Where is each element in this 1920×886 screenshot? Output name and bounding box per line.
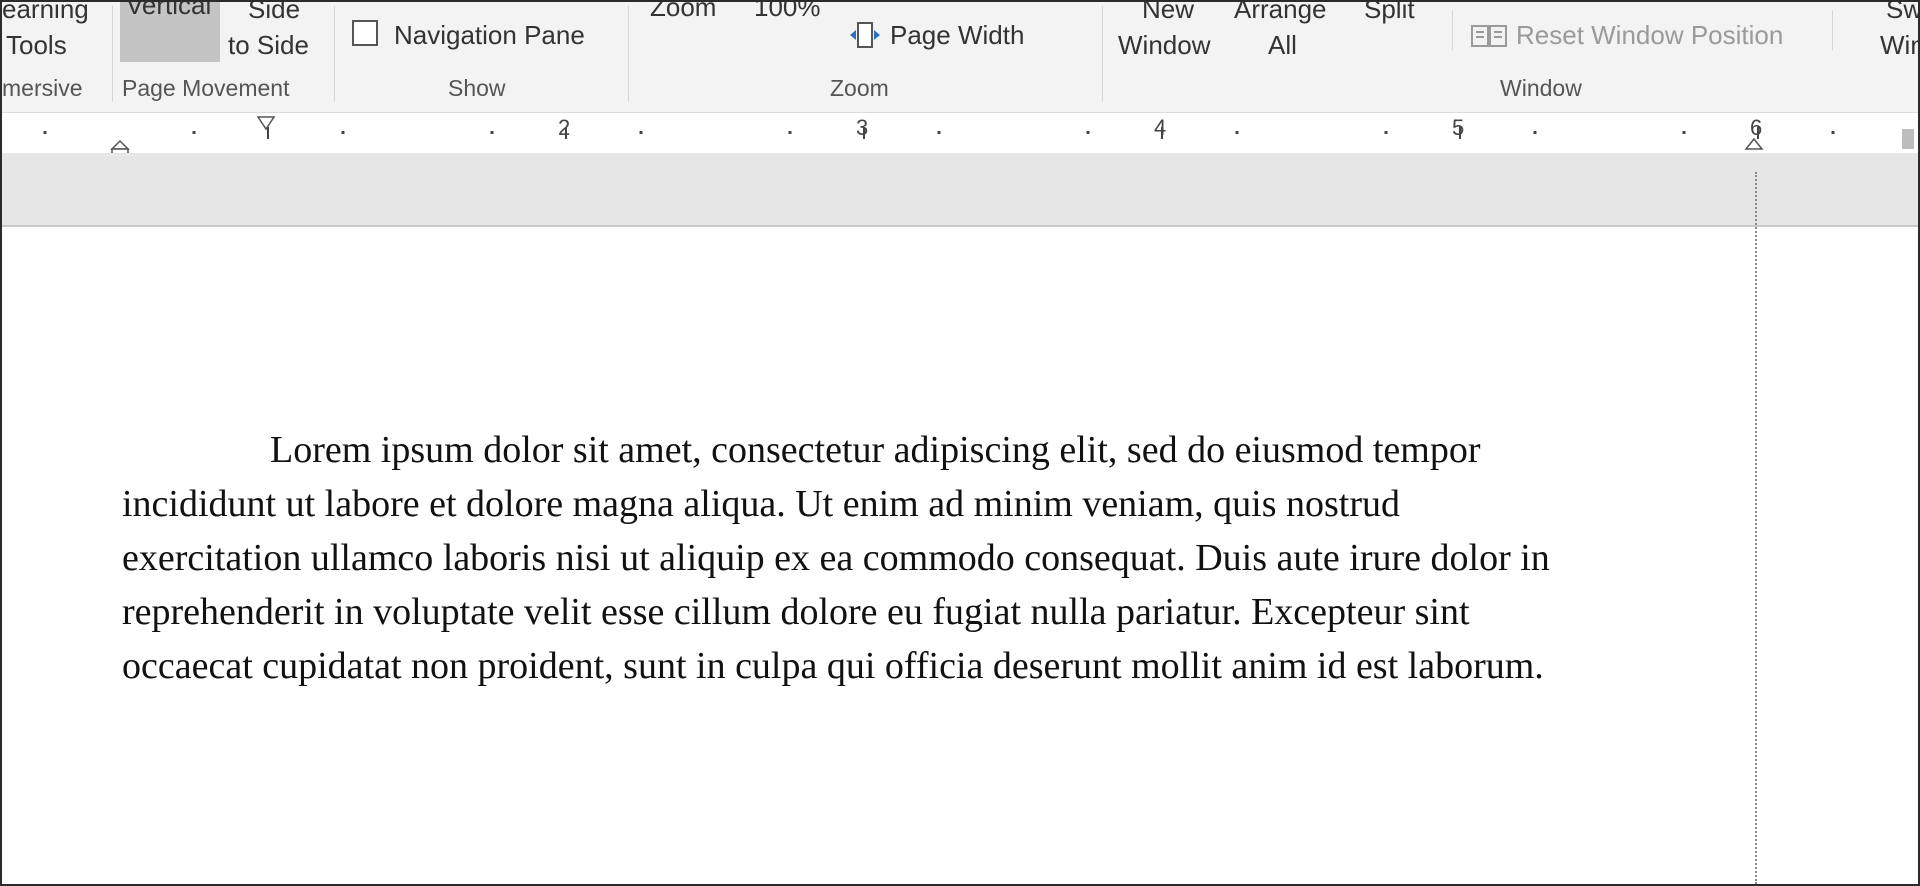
page-width-button[interactable]: Page Width [890, 18, 1024, 52]
split-button[interactable]: Split [1364, 2, 1415, 26]
word-window: earning Tools mersive Vertical Side to S… [0, 0, 1920, 886]
paragraph-line: Lorem ipsum dolor sit amet, consectetur … [270, 429, 1481, 471]
new-window-button-line1[interactable]: New [1142, 2, 1194, 26]
horizontal-ruler[interactable]: 2 3 4 5 6 [2, 113, 1918, 153]
document-paragraph[interactable]: Lorem ipsum dolor sit amet, consectetur … [122, 423, 1762, 693]
group-label-page-movement: Page Movement [122, 75, 290, 101]
side-to-side-button-line2[interactable]: to Side [228, 28, 309, 62]
group-label-zoom: Zoom [830, 75, 889, 101]
ruler-tick [1086, 131, 1090, 134]
page-width-icon [850, 22, 880, 48]
ribbon-view-tab: earning Tools mersive Vertical Side to S… [2, 2, 1918, 113]
ruler-number: 2 [558, 115, 571, 140]
navigation-pane-checkbox[interactable] [352, 20, 378, 46]
ruler-number: 5 [1452, 115, 1465, 140]
reset-window-position-button[interactable]: Reset Window Position [1516, 18, 1783, 52]
ruler-number: 4 [1154, 115, 1167, 140]
learning-tools-button-line1[interactable]: earning [2, 2, 89, 26]
group-label-show: Show [448, 75, 506, 101]
ruler-tick [788, 131, 792, 134]
ruler-tick [267, 127, 269, 139]
ruler-tick [1682, 131, 1686, 134]
paragraph-line: exercitation ullamco laboris nisi ut ali… [122, 537, 1550, 579]
side-to-side-button-line1[interactable]: Side [248, 2, 300, 26]
ruler-tick [490, 131, 494, 134]
group-separator [1832, 10, 1833, 50]
paragraph-line: incididunt ut labore et dolore magna ali… [122, 483, 1401, 525]
ruler-tick [43, 131, 47, 134]
switch-windows-button-line2[interactable]: Windo [1880, 28, 1918, 62]
ruler-tick [341, 131, 345, 134]
ruler-number: 6 [1750, 115, 1763, 140]
ruler-tick [1831, 131, 1835, 134]
zoom-100-button[interactable]: 100% [754, 2, 821, 24]
vertical-label: Vertical [126, 2, 212, 20]
paragraph-line: reprehenderit in voluptate velit esse ci… [122, 591, 1470, 633]
navigation-pane-label[interactable]: Navigation Pane [394, 18, 585, 52]
zoom-button[interactable]: Zoom [650, 2, 716, 24]
workspace-background [2, 153, 1918, 227]
group-separator [628, 6, 629, 102]
arrange-all-button-line2[interactable]: All [1268, 28, 1297, 62]
new-window-button-line2[interactable]: Window [1118, 28, 1210, 62]
ruler-tick [192, 131, 196, 134]
ruler-tick [1384, 131, 1388, 134]
paragraph-line: occaecat cupidatat non proident, sunt in… [122, 645, 1544, 687]
ruler-tick [1235, 131, 1239, 134]
ruler-tick [639, 131, 643, 134]
group-separator [1102, 6, 1103, 102]
reset-window-position-icon [1471, 25, 1507, 47]
learning-tools-button-line2[interactable]: Tools [6, 28, 67, 62]
vertical-button[interactable]: Vertical [120, 2, 220, 62]
ruler-number: 3 [856, 115, 869, 140]
arrange-all-button-line1[interactable]: Arrange [1234, 2, 1327, 26]
group-label-window: Window [1500, 75, 1582, 101]
ruler-tick [937, 131, 941, 134]
group-label-immersive: mersive [2, 75, 83, 101]
switch-windows-button-line1[interactable]: Sw [1886, 2, 1918, 26]
group-separator [1452, 10, 1453, 50]
group-separator [112, 6, 113, 102]
group-separator [334, 6, 335, 102]
ruler-tick [1533, 131, 1537, 134]
ruler-ticks [43, 116, 1914, 153]
